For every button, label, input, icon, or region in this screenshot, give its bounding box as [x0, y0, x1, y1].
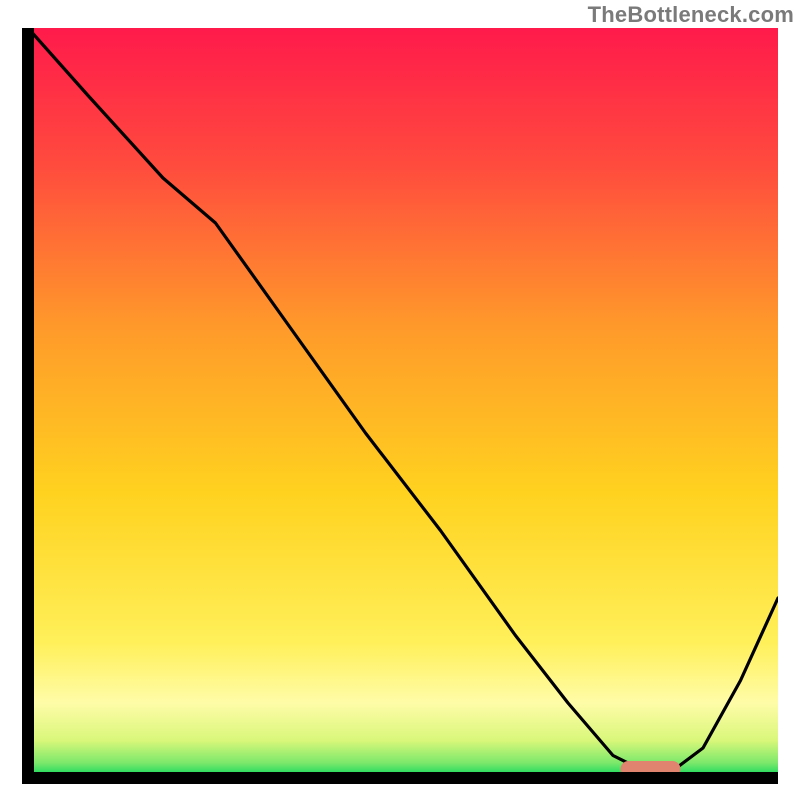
chart-container: TheBottleneck.com	[0, 0, 800, 800]
gradient-background	[28, 28, 778, 778]
plot-area	[22, 28, 778, 784]
chart-svg	[22, 28, 778, 784]
watermark-text: TheBottleneck.com	[588, 2, 794, 28]
